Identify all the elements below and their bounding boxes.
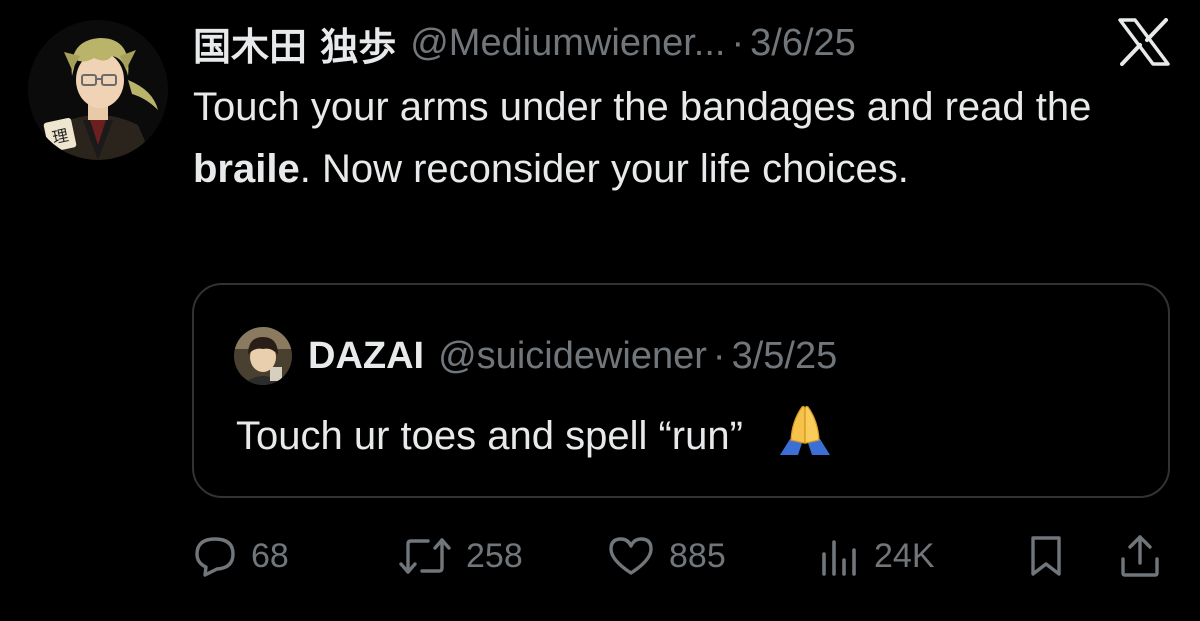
- author-display-name[interactable]: 国木田 独歩: [193, 16, 396, 71]
- tweet-text-part1: Touch your arms under the bandages and r…: [193, 85, 1092, 129]
- quoted-author-handle[interactable]: @suicidewiener: [438, 335, 707, 378]
- reply-count: 68: [251, 536, 289, 575]
- header-separator: ·: [731, 21, 745, 64]
- author-avatar[interactable]: 理: [28, 20, 168, 160]
- views-button[interactable]: 24K: [818, 526, 935, 586]
- quoted-tweet-text-content: Touch ur toes and spell “run”: [236, 414, 743, 458]
- tweet-text-part2: . Now reconsider your life choices.: [299, 147, 909, 191]
- tweet-text: Touch your arms under the bandages and r…: [193, 76, 1153, 200]
- tweet-actions-bar: 68 258 885 24K: [0, 526, 1200, 586]
- quoted-tweet-card[interactable]: DAZAI @suicidewiener · 3/5/25 Touch ur t…: [192, 283, 1170, 498]
- views-icon: [818, 536, 860, 576]
- views-count: 24K: [874, 536, 935, 575]
- like-button[interactable]: 885: [607, 526, 726, 586]
- reply-icon: [193, 535, 237, 577]
- quoted-tweet-header: DAZAI @suicidewiener · 3/5/25: [308, 329, 837, 383]
- quoted-tweet-text: Touch ur toes and spell “run”: [236, 403, 836, 464]
- share-button[interactable]: [1118, 526, 1162, 586]
- retweet-icon: [398, 536, 452, 576]
- bookmark-button[interactable]: [1026, 526, 1066, 586]
- quoted-author-display-name[interactable]: DAZAI: [308, 335, 424, 378]
- tweet-date[interactable]: 3/6/25: [750, 22, 856, 65]
- quoted-header-separator: ·: [712, 334, 726, 377]
- retweet-button[interactable]: 258: [398, 526, 523, 586]
- folded-hands-emoji-icon: [774, 403, 836, 457]
- author-handle[interactable]: @Mediumwiener...: [410, 22, 725, 65]
- quoted-author-avatar[interactable]: [234, 327, 292, 385]
- heart-icon: [607, 535, 655, 577]
- share-icon: [1118, 533, 1162, 579]
- x-logo-icon[interactable]: [1118, 18, 1170, 66]
- tweet-header: 国木田 独歩 @Mediumwiener... · 3/6/25: [193, 16, 856, 71]
- retweet-count: 258: [466, 536, 523, 575]
- reply-button[interactable]: 68: [193, 526, 289, 586]
- bookmark-icon: [1026, 534, 1066, 578]
- like-count: 885: [669, 536, 726, 575]
- quoted-tweet-date[interactable]: 3/5/25: [732, 335, 838, 378]
- tweet-text-bold: braile: [193, 147, 300, 191]
